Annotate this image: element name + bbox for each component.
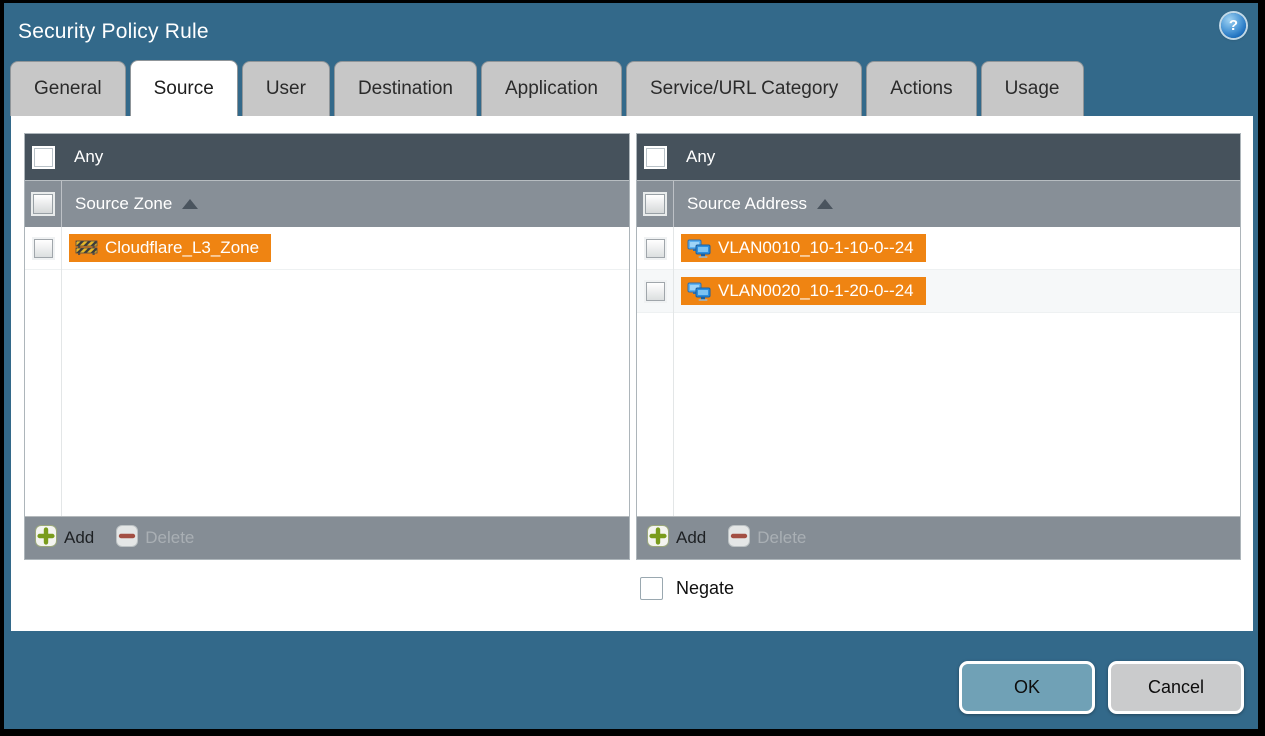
titlebar: Security Policy Rule ? <box>4 3 1258 61</box>
source-address-row[interactable]: VLAN0010_10-1-10-0--24 <box>637 227 1240 270</box>
source-zone-panel: Any Source Zone Cloudflare_L3_Zone Add D… <box>24 133 630 560</box>
source-zone-tag[interactable]: Cloudflare_L3_Zone <box>69 234 272 262</box>
source-address-row[interactable]: VLAN0020_10-1-20-0--24 <box>637 270 1240 313</box>
tab-destination[interactable]: Destination <box>333 61 477 116</box>
source-zone-any-row: Any <box>25 134 629 180</box>
zone-icon <box>75 240 98 256</box>
source-zone-add-button[interactable]: Add <box>35 524 95 552</box>
add-plus-icon <box>35 524 57 552</box>
tab-usage[interactable]: Usage <box>980 61 1084 116</box>
tab-service-url-category[interactable]: Service/URL Category <box>625 61 863 116</box>
sort-ascending-icon <box>817 199 834 209</box>
add-plus-icon <box>647 524 669 552</box>
source-address-any-label: Any <box>686 147 716 166</box>
source-address-tag-label: VLAN0010_10-1-10-0--24 <box>718 238 914 257</box>
source-zone-select-all-checkbox[interactable] <box>33 194 53 214</box>
negate-checkbox[interactable] <box>640 577 663 600</box>
tab-actions[interactable]: Actions <box>866 61 977 116</box>
tab-application[interactable]: Application <box>481 61 622 116</box>
source-address-delete-button[interactable]: Delete <box>728 524 807 552</box>
tab-general[interactable]: General <box>10 61 126 116</box>
tab-content-source: Any Source Zone Cloudflare_L3_Zone Add D… <box>11 116 1253 631</box>
address-icon <box>687 282 711 301</box>
source-address-select-all-checkbox[interactable] <box>645 194 665 214</box>
address-icon <box>687 239 711 258</box>
source-address-tag[interactable]: VLAN0010_10-1-10-0--24 <box>681 234 926 262</box>
source-zone-footer: Add Delete <box>25 516 629 559</box>
ok-button[interactable]: OK <box>959 661 1095 714</box>
source-address-any-checkbox[interactable] <box>643 145 667 169</box>
source-address-footer: Add Delete <box>637 516 1240 559</box>
source-zone-row[interactable]: Cloudflare_L3_Zone <box>25 227 629 270</box>
source-zone-delete-button[interactable]: Delete <box>116 524 195 552</box>
delete-button-label: Delete <box>145 528 195 547</box>
source-address-row-checkbox[interactable] <box>645 238 665 258</box>
delete-minus-icon <box>728 524 751 552</box>
delete-button-label: Delete <box>757 528 807 547</box>
source-zone-any-label: Any <box>74 147 104 166</box>
source-zone-header-label: Source Zone <box>75 194 173 213</box>
help-icon[interactable]: ? <box>1221 13 1246 38</box>
source-zone-list: Cloudflare_L3_Zone <box>25 227 629 516</box>
source-address-add-button[interactable]: Add <box>647 524 707 552</box>
source-zone-tag-label: Cloudflare_L3_Zone <box>105 238 260 257</box>
sort-ascending-icon <box>182 199 199 209</box>
source-address-tag-label: VLAN0020_10-1-20-0--24 <box>718 281 914 300</box>
source-address-column-header[interactable]: Source Address <box>637 180 1240 227</box>
source-zone-row-checkbox[interactable] <box>33 238 53 258</box>
dialog-title: Security Policy Rule <box>18 20 209 43</box>
source-address-row-checkbox[interactable] <box>645 281 665 301</box>
negate-label: Negate <box>676 578 735 598</box>
source-address-panel: Any Source Address VLAN0010_10-1-10-0--2… <box>636 133 1241 560</box>
source-address-list: VLAN0010_10-1-10-0--24 VLAN0020_10-1-20-… <box>637 227 1240 516</box>
delete-minus-icon <box>116 524 139 552</box>
tab-user[interactable]: User <box>241 61 330 116</box>
cancel-button[interactable]: Cancel <box>1108 661 1244 714</box>
source-address-header-label: Source Address <box>687 194 808 213</box>
security-policy-rule-dialog: Security Policy Rule ? General Source Us… <box>4 3 1258 729</box>
source-zone-column-header[interactable]: Source Zone <box>25 180 629 227</box>
dialog-footer: OK Cancel <box>4 631 1258 714</box>
add-button-label: Add <box>64 528 95 547</box>
source-address-any-row: Any <box>637 134 1240 180</box>
source-zone-any-checkbox[interactable] <box>31 145 55 169</box>
tab-source[interactable]: Source <box>129 60 238 116</box>
source-address-tag[interactable]: VLAN0020_10-1-20-0--24 <box>681 277 926 305</box>
tabstrip: General Source User Destination Applicat… <box>4 60 1258 116</box>
add-button-label: Add <box>676 528 707 547</box>
negate-row: Negate <box>640 577 1253 600</box>
